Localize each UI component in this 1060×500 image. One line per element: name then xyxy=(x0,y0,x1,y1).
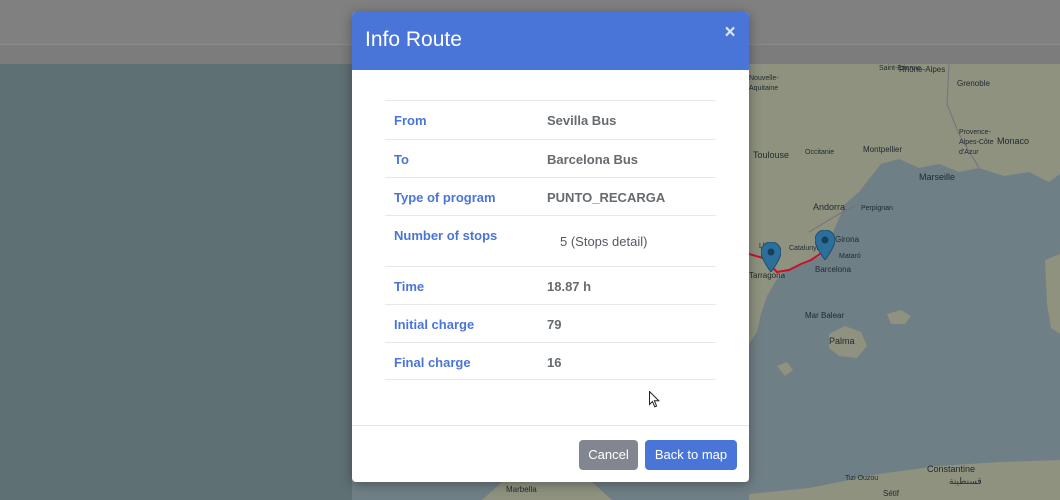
svg-text:Alpes-Côte: Alpes-Côte xyxy=(959,139,994,146)
route-marker-icon[interactable] xyxy=(761,242,781,272)
route-map[interactable]: Rhône-Alpes Grenoble Nouvelle- Aquitaine… xyxy=(749,64,1060,500)
svg-text:Occitanie: Occitanie xyxy=(805,149,834,156)
back-to-map-button[interactable]: Back to map xyxy=(645,440,737,470)
row-value-initial-charge: 79 xyxy=(547,317,562,332)
row-label-type: Type of program xyxy=(394,190,496,205)
map-sea-area xyxy=(0,64,352,500)
table-row: Initial charge 79 xyxy=(385,304,716,342)
svg-text:Tarragona: Tarragona xyxy=(749,271,786,280)
info-route-modal: Info Route × From Sevilla Bus To Barcelo… xyxy=(352,12,749,482)
table-row: From Sevilla Bus xyxy=(385,100,716,139)
mouse-cursor-icon xyxy=(649,391,660,408)
svg-text:Grenoble: Grenoble xyxy=(957,79,990,88)
row-label-from: From xyxy=(394,113,427,128)
svg-text:Aquitaine: Aquitaine xyxy=(749,85,778,92)
row-label-initial-charge: Initial charge xyxy=(394,317,475,332)
cancel-button[interactable]: Cancel xyxy=(579,440,638,470)
svg-text:Nouvelle-: Nouvelle- xyxy=(749,75,779,82)
table-row: Type of program PUNTO_RECARGA xyxy=(385,177,716,215)
svg-text:Constantine: Constantine xyxy=(927,464,975,474)
stops-detail-link[interactable]: 5 (Stops detail) xyxy=(560,234,647,249)
svg-text:قسنطينة: قسنطينة xyxy=(949,476,982,486)
row-label-to: To xyxy=(394,152,409,167)
route-marker-icon[interactable] xyxy=(815,230,835,260)
svg-text:Palma: Palma xyxy=(829,336,855,346)
svg-text:Marbella: Marbella xyxy=(506,485,537,494)
row-value-type: PUNTO_RECARGA xyxy=(547,190,666,205)
svg-text:Marseille: Marseille xyxy=(919,172,955,182)
svg-text:Toulouse: Toulouse xyxy=(753,150,789,160)
svg-text:Sétif: Sétif xyxy=(883,489,900,498)
svg-text:Mar Balear: Mar Balear xyxy=(805,311,844,320)
row-value-to: Barcelona Bus xyxy=(547,152,639,167)
close-icon[interactable]: × xyxy=(723,23,737,42)
map-bottom-strip: Marbella xyxy=(352,482,749,500)
row-label-time: Time xyxy=(394,279,425,294)
row-label-stops: Number of stops xyxy=(394,228,498,243)
svg-text:Girona: Girona xyxy=(835,235,860,244)
svg-text:d'Azur: d'Azur xyxy=(959,149,979,156)
table-row: Time 18.87 h xyxy=(385,266,716,304)
table-row: Final charge 16 xyxy=(385,342,716,380)
row-label-final-charge: Final charge xyxy=(394,355,471,370)
svg-text:Saint-Étienne: Saint-Étienne xyxy=(879,64,921,72)
svg-text:Monaco: Monaco xyxy=(997,136,1029,146)
row-value-time: 18.87 h xyxy=(547,279,592,294)
modal-title: Info Route xyxy=(365,28,462,51)
svg-text:Mataró: Mataró xyxy=(839,253,861,260)
modal-header: Info Route × xyxy=(352,12,749,70)
table-row: To Barcelona Bus xyxy=(385,139,716,177)
svg-text:Barcelona: Barcelona xyxy=(815,265,852,274)
map-canvas: Rhône-Alpes Grenoble Nouvelle- Aquitaine… xyxy=(749,64,1060,500)
svg-text:Montpellier: Montpellier xyxy=(863,145,902,154)
svg-text:Andorra: Andorra xyxy=(813,202,845,212)
svg-text:Perpignan: Perpignan xyxy=(861,205,893,212)
svg-text:Tizi Ouzou: Tizi Ouzou xyxy=(845,475,878,482)
modal-footer: Cancel Back to map xyxy=(352,425,749,482)
row-value-from: Sevilla Bus xyxy=(547,113,617,128)
svg-text:Provence-: Provence- xyxy=(959,129,992,136)
table-row: Number of stops 5 (Stops detail) xyxy=(385,215,716,266)
row-value-final-charge: 16 xyxy=(547,355,562,370)
route-info-table: From Sevilla Bus To Barcelona Bus Type o… xyxy=(385,100,716,380)
